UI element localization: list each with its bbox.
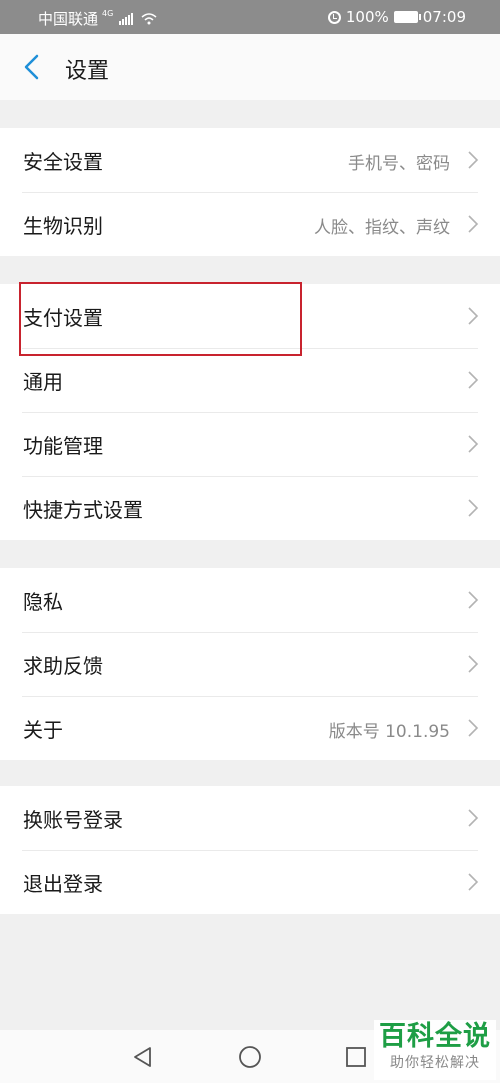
carrier-label: 中国联通	[38, 10, 99, 28]
settings-item-general[interactable]: 通用	[0, 348, 500, 412]
chevron-right-icon	[468, 435, 479, 453]
settings-item-payment[interactable]: 支付设置	[0, 284, 500, 348]
page-title: 设置	[65, 59, 110, 84]
settings-group-general: 支付设置 通用 功能管理 快捷方式设置	[0, 284, 500, 540]
square-recents-icon	[346, 1047, 366, 1067]
chevron-right-icon	[468, 591, 479, 609]
settings-item-label: 通用	[23, 370, 63, 394]
top-app-bar: 设置	[0, 34, 500, 100]
circle-home-icon	[239, 1046, 261, 1068]
clock: 07:09	[422, 8, 466, 26]
settings-item-label: 快捷方式设置	[23, 498, 143, 522]
settings-item-label: 安全设置	[23, 150, 103, 174]
settings-item-security[interactable]: 安全设置 手机号、密码	[0, 128, 500, 192]
settings-item-switch-account[interactable]: 换账号登录	[0, 786, 500, 850]
settings-item-shortcuts[interactable]: 快捷方式设置	[0, 476, 500, 540]
settings-item-feature-management[interactable]: 功能管理	[0, 412, 500, 476]
settings-item-logout[interactable]: 退出登录	[0, 850, 500, 914]
watermark-logo: 百科全说 助你轻松解决	[374, 1020, 496, 1080]
back-button[interactable]	[18, 48, 50, 86]
chevron-right-icon	[468, 655, 479, 673]
triangle-back-icon	[134, 1047, 151, 1067]
settings-item-privacy[interactable]: 隐私	[0, 568, 500, 632]
chevron-right-icon	[468, 215, 479, 233]
chevron-right-icon	[468, 499, 479, 517]
settings-group-account-security: 安全设置 手机号、密码 生物识别 人脸、指纹、声纹	[0, 128, 500, 256]
settings-item-value: 手机号、密码	[348, 154, 450, 174]
chevron-right-icon	[468, 719, 479, 737]
chevron-right-icon	[468, 809, 479, 827]
chevron-right-icon	[468, 307, 479, 325]
version-label: 版本号 10.1.95	[328, 722, 450, 742]
nav-back-button[interactable]	[130, 1044, 156, 1070]
settings-item-label: 退出登录	[23, 872, 103, 896]
settings-item-label: 求助反馈	[23, 654, 103, 678]
signal-icon	[119, 12, 134, 25]
settings-item-label: 功能管理	[23, 434, 103, 458]
battery-percent: 100%	[345, 8, 389, 26]
network-type: 4G	[102, 9, 114, 18]
settings-group-about: 隐私 求助反馈 关于 版本号 10.1.95	[0, 568, 500, 760]
settings-group-account: 换账号登录 退出登录	[0, 786, 500, 914]
settings-item-label: 换账号登录	[23, 808, 123, 832]
wifi-icon	[141, 12, 157, 24]
chevron-right-icon	[468, 371, 479, 389]
settings-item-value: 人脸、指纹、声纹	[314, 218, 450, 238]
back-arrow-icon	[24, 54, 39, 80]
settings-item-biometrics[interactable]: 生物识别 人脸、指纹、声纹	[0, 192, 500, 256]
settings-item-label: 关于	[23, 718, 63, 742]
nav-recents-button[interactable]	[343, 1044, 369, 1070]
alarm-icon	[327, 10, 341, 24]
battery-icon	[393, 11, 421, 23]
status-bar: 中国联通 4G 100% 07:09	[0, 0, 500, 34]
settings-item-label: 生物识别	[23, 214, 103, 238]
settings-item-label: 隐私	[23, 590, 63, 614]
settings-item-label: 支付设置	[23, 306, 103, 330]
chevron-right-icon	[468, 873, 479, 891]
watermark-subtitle: 助你轻松解决	[390, 1055, 480, 1071]
nav-home-button[interactable]	[237, 1044, 263, 1070]
watermark-title: 百科全说	[379, 1021, 491, 1052]
settings-item-help-feedback[interactable]: 求助反馈	[0, 632, 500, 696]
chevron-right-icon	[468, 151, 479, 169]
settings-item-about[interactable]: 关于 版本号 10.1.95	[0, 696, 500, 760]
